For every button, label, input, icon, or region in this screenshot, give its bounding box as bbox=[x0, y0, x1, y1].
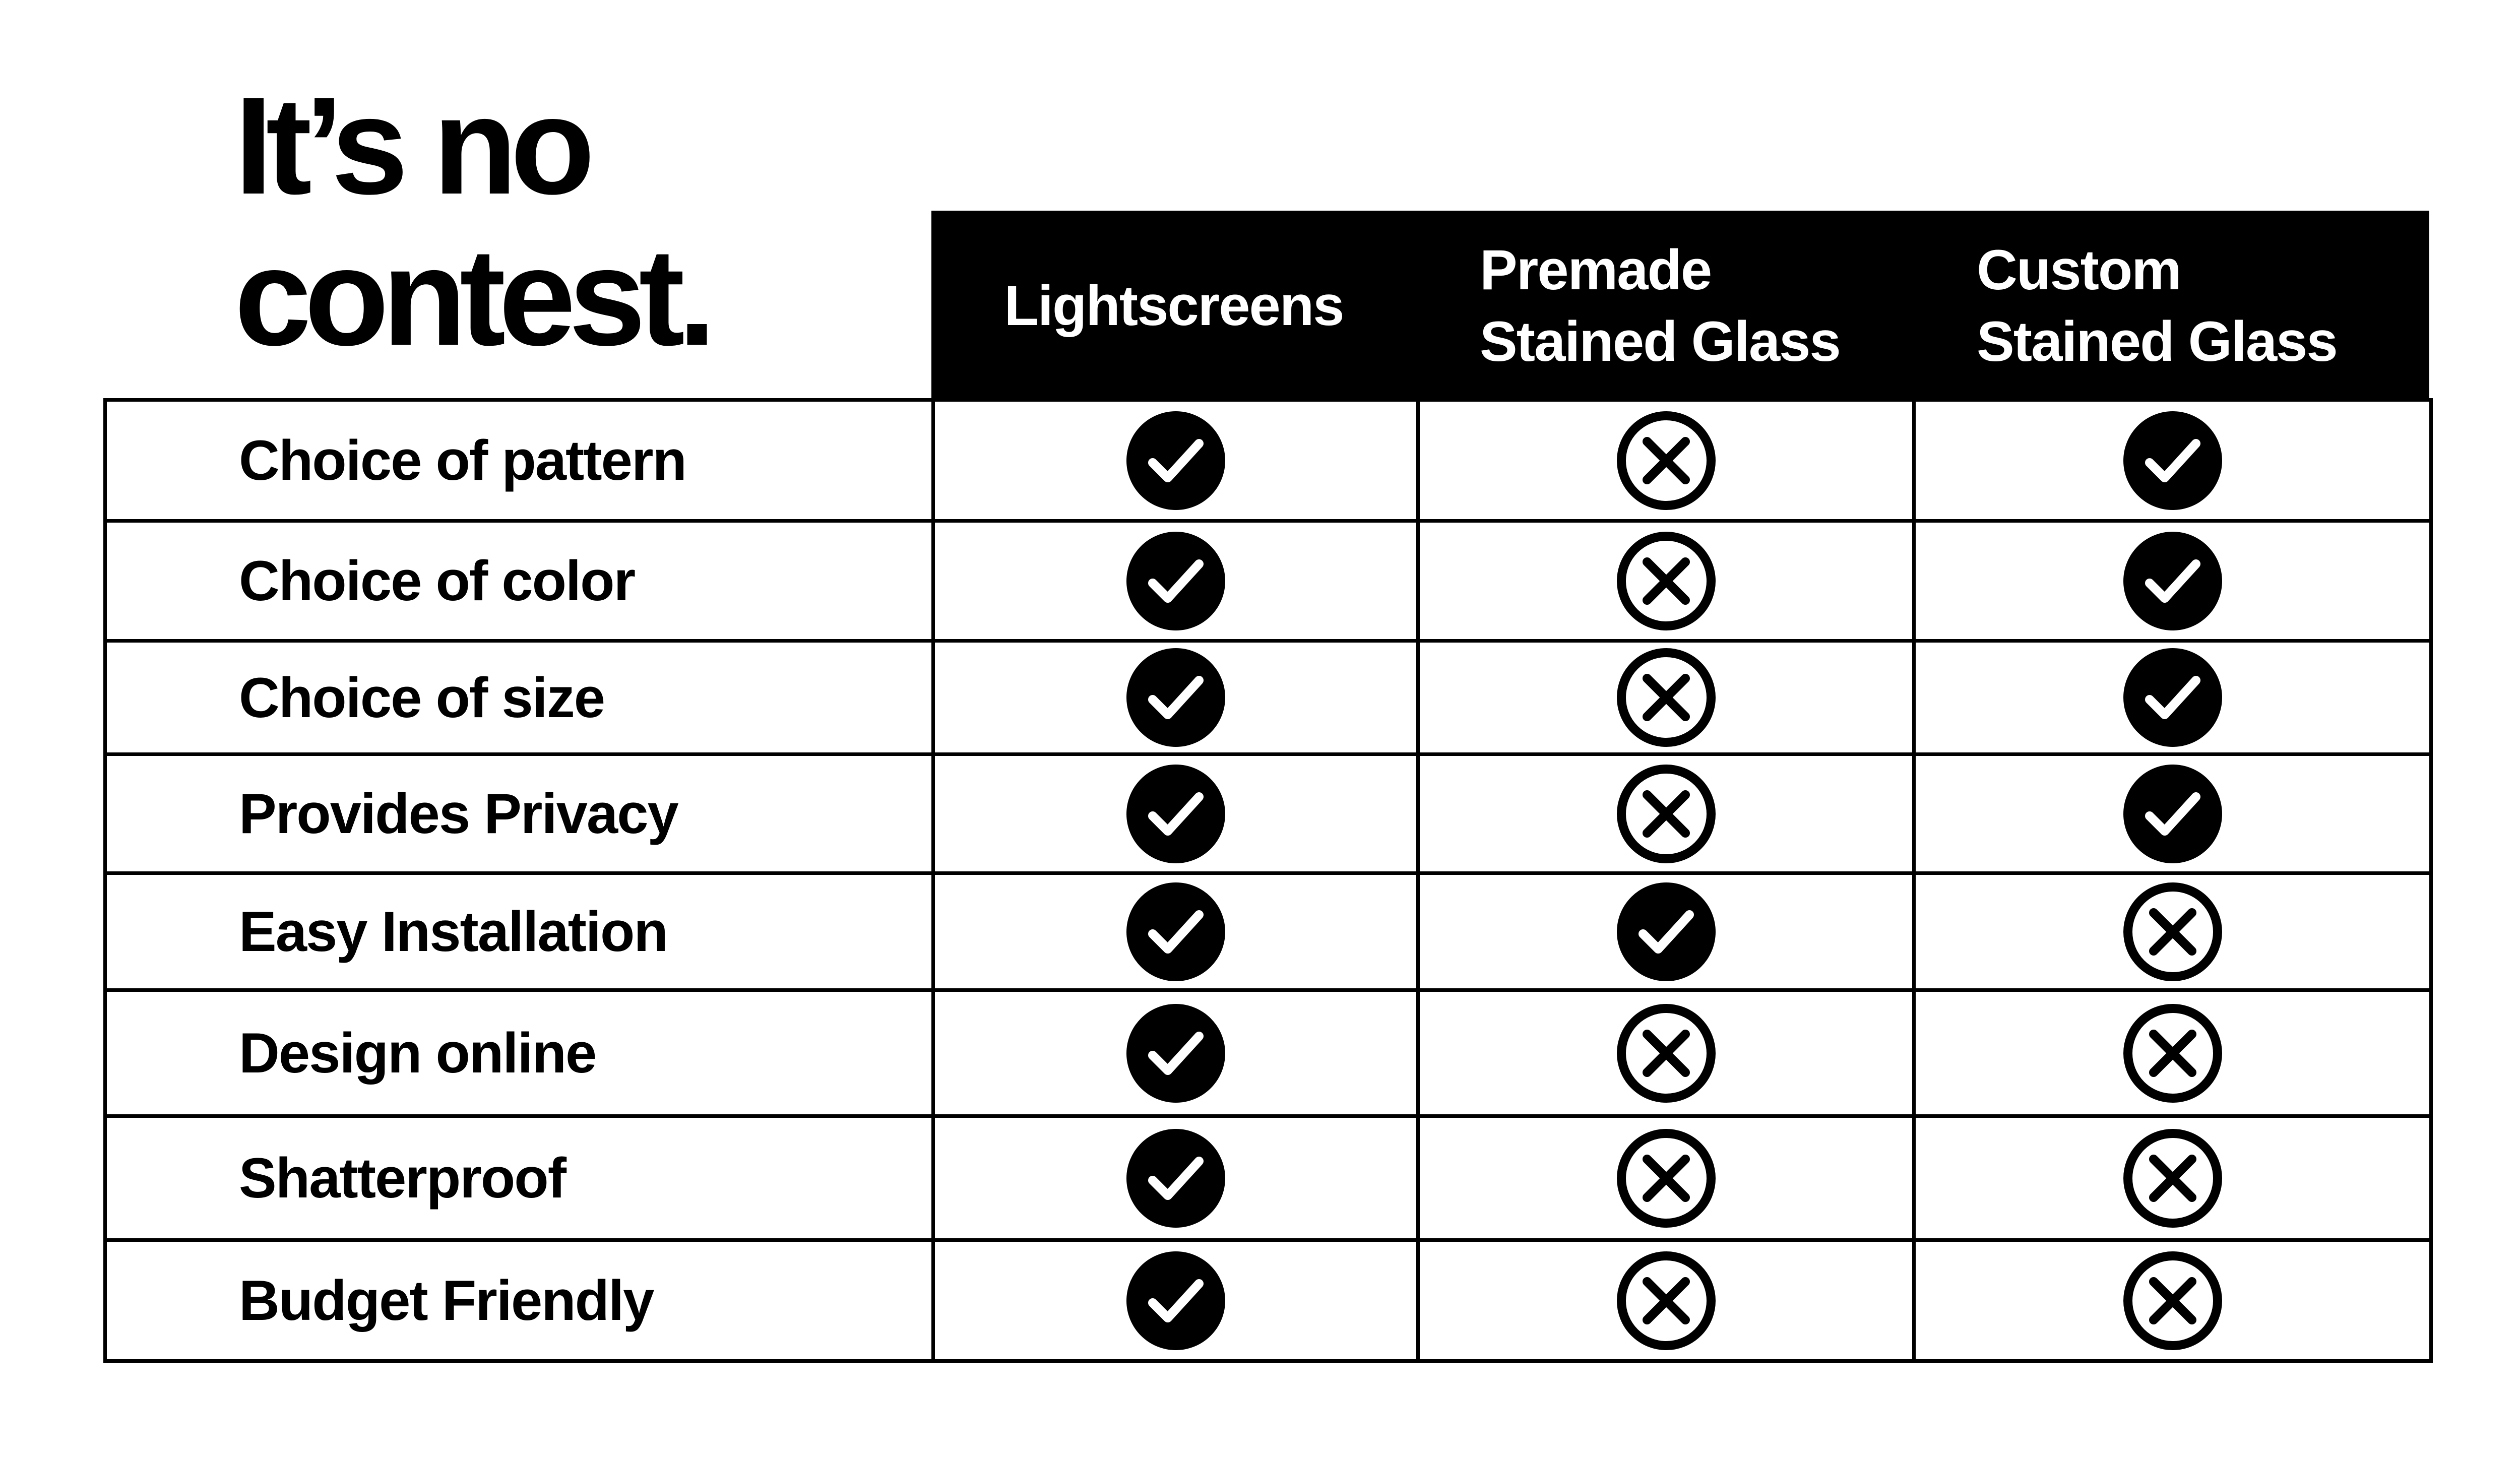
check-circle-icon bbox=[1125, 531, 1226, 631]
comparison-cell bbox=[931, 988, 1420, 1118]
feature-label: Choice of size bbox=[103, 639, 935, 756]
x-circle-icon bbox=[2122, 881, 2223, 982]
comparison-cell bbox=[1416, 752, 1916, 875]
column-header-label: Custom Stained Glass bbox=[1977, 238, 2338, 373]
comparison-table-body: Choice of pattern Choice of color Choice o… bbox=[103, 398, 2433, 1363]
column-header-label: Lightscreens bbox=[1004, 274, 1344, 337]
check-circle-icon bbox=[2122, 531, 2223, 631]
comparison-cell bbox=[931, 639, 1420, 756]
comparison-cell bbox=[931, 1238, 1420, 1363]
feature-label: Easy Installation bbox=[103, 871, 935, 992]
page-title: It’s no contest. bbox=[234, 69, 716, 374]
comparison-cell bbox=[931, 752, 1420, 875]
check-circle-icon bbox=[1125, 1003, 1226, 1104]
table-row: Choice of color bbox=[103, 519, 2433, 643]
column-header-lightscreens: Lightscreens bbox=[931, 211, 1416, 401]
check-circle-icon bbox=[1125, 881, 1226, 982]
x-circle-icon bbox=[1616, 1128, 1717, 1229]
comparison-cell bbox=[931, 398, 1420, 523]
x-circle-icon bbox=[1616, 647, 1717, 748]
comparison-cell bbox=[1912, 752, 2433, 875]
comparison-cell bbox=[1912, 988, 2433, 1118]
comparison-cell bbox=[1912, 871, 2433, 992]
column-header-premade-stained-glass: Premade Stained Glass bbox=[1416, 211, 1912, 401]
comparison-cell bbox=[1912, 639, 2433, 756]
x-circle-icon bbox=[1616, 410, 1717, 511]
column-header-custom-stained-glass: Custom Stained Glass bbox=[1912, 211, 2429, 401]
check-circle-icon bbox=[1616, 881, 1717, 982]
comparison-cell bbox=[931, 519, 1420, 643]
feature-label: Choice of color bbox=[103, 519, 935, 643]
x-circle-icon bbox=[2122, 1128, 2223, 1229]
title-line-1: It’s no bbox=[234, 69, 595, 223]
x-circle-icon bbox=[2122, 1250, 2223, 1351]
check-circle-icon bbox=[1125, 764, 1226, 864]
column-header-label: Premade Stained Glass bbox=[1480, 238, 1841, 373]
check-circle-icon bbox=[1125, 1250, 1226, 1351]
table-row: Budget Friendly bbox=[103, 1238, 2433, 1363]
feature-label: Design online bbox=[103, 988, 935, 1118]
comparison-cell bbox=[931, 1114, 1420, 1242]
comparison-cell bbox=[1416, 1238, 1916, 1363]
comparison-cell bbox=[931, 871, 1420, 992]
check-circle-icon bbox=[2122, 410, 2223, 511]
check-circle-icon bbox=[1125, 647, 1226, 748]
comparison-cell bbox=[1912, 1114, 2433, 1242]
x-circle-icon bbox=[1616, 764, 1717, 864]
comparison-cell bbox=[1912, 398, 2433, 523]
feature-label: Choice of pattern bbox=[103, 398, 935, 523]
feature-label: Shatterproof bbox=[103, 1114, 935, 1242]
check-circle-icon bbox=[1125, 410, 1226, 511]
x-circle-icon bbox=[2122, 1003, 2223, 1104]
check-circle-icon bbox=[2122, 764, 2223, 864]
feature-label: Provides Privacy bbox=[103, 752, 935, 875]
comparison-cell bbox=[1912, 1238, 2433, 1363]
x-circle-icon bbox=[1616, 531, 1717, 631]
comparison-table: Choice of pattern Choice of color Choice o… bbox=[103, 398, 2433, 1363]
table-row: Choice of size bbox=[103, 639, 2433, 756]
comparison-cell bbox=[1416, 988, 1916, 1118]
table-row: Choice of pattern bbox=[103, 398, 2433, 523]
check-circle-icon bbox=[2122, 647, 2223, 748]
comparison-cell bbox=[1416, 639, 1916, 756]
check-circle-icon bbox=[1125, 1128, 1226, 1229]
table-row: Provides Privacy bbox=[103, 752, 2433, 875]
comparison-cell bbox=[1912, 519, 2433, 643]
table-row: Easy Installation bbox=[103, 871, 2433, 992]
title-line-2: contest. bbox=[234, 220, 716, 374]
x-circle-icon bbox=[1616, 1250, 1717, 1351]
comparison-cell bbox=[1416, 398, 1916, 523]
x-circle-icon bbox=[1616, 1003, 1717, 1104]
comparison-cell bbox=[1416, 1114, 1916, 1242]
table-row: Design online bbox=[103, 988, 2433, 1118]
comparison-cell bbox=[1416, 871, 1916, 992]
table-row: Shatterproof bbox=[103, 1114, 2433, 1242]
comparison-cell bbox=[1416, 519, 1916, 643]
feature-label: Budget Friendly bbox=[103, 1238, 935, 1363]
